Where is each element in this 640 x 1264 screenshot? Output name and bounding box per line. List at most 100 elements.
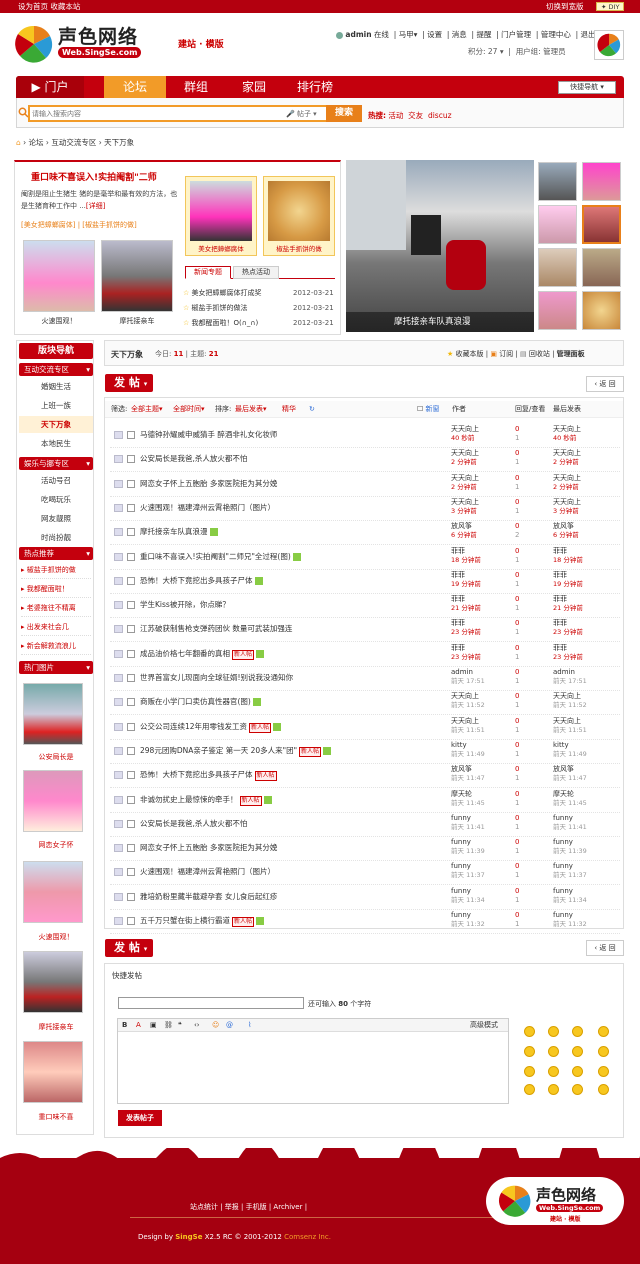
sidebar-item-photos[interactable]: 网友靓照 — [19, 510, 93, 527]
thread-checkbox[interactable] — [127, 819, 135, 828]
smiley-icon[interactable] — [572, 1046, 583, 1057]
table-row[interactable]: 五千万只蟹在街上横行霸道 新人帖 funny 前天 11:32 0 1 funny 前天 11… — [110, 910, 620, 934]
admin-panel-link[interactable]: 管理面板 — [557, 350, 585, 358]
thread-author[interactable]: 放风筝 前天 11:47 — [451, 765, 485, 783]
thread-author[interactable]: 天天向上 前天 11:51 — [451, 717, 485, 735]
advanced-mode-link[interactable]: 高级模式 — [470, 1019, 498, 1032]
sidebar-item-events[interactable]: 活动号召 — [19, 472, 93, 489]
user-link-portal-admin[interactable]: 门户管理 — [501, 30, 531, 39]
thread-author[interactable]: 天天向上 前天 11:52 — [451, 692, 485, 710]
thread-author[interactable]: funny 前天 11:39 — [451, 838, 485, 856]
thread-checkbox[interactable] — [127, 576, 135, 585]
smiley-icon[interactable] — [572, 1026, 583, 1037]
thread-checkbox[interactable] — [127, 868, 135, 877]
slideshow-image[interactable]: 摩托接亲车队真浪漫 — [346, 160, 534, 332]
avatar[interactable] — [594, 30, 624, 60]
thread-title[interactable]: 公安局长是我爸,杀人放火都不怕 — [140, 818, 247, 829]
thread-author[interactable]: 菲菲 18 分钟前 — [451, 547, 481, 565]
thread-checkbox[interactable] — [127, 674, 135, 682]
user-link-messages[interactable]: 消息 — [452, 30, 467, 39]
thread-last-post[interactable]: 天天向上 40 秒前 — [553, 425, 581, 443]
image-icon[interactable]: ▣ — [150, 1019, 157, 1032]
smiley-icon[interactable] — [548, 1046, 559, 1057]
sidebar-pic-caption[interactable]: 重口味不喜 — [19, 1112, 93, 1122]
user-link-settings[interactable]: 设置 — [427, 30, 442, 39]
font-color-icon[interactable]: A — [136, 1019, 141, 1032]
thread-checkbox[interactable] — [127, 722, 135, 731]
search-input[interactable] — [32, 108, 262, 119]
table-row[interactable]: 学生Kiss被开除，你点睇？ 菲菲 21 分钟前 0 1 菲菲 21 分钟前 — [110, 594, 620, 619]
table-row[interactable]: 公交公司连续12年用零钱发工资 新人帖 天天向上 前天 11:51 0 1 天天向上 前天 1… — [110, 716, 620, 740]
thread-author[interactable]: admin 前天 17:51 — [451, 668, 485, 686]
smiley-icon[interactable] — [548, 1026, 559, 1037]
smiley-icon[interactable] — [548, 1066, 559, 1077]
smiley-icon[interactable] — [524, 1026, 535, 1037]
thread-last-post[interactable]: funny 前天 11:32 — [553, 911, 587, 929]
thread-author[interactable]: funny 前天 11:34 — [451, 887, 485, 905]
thread-title[interactable]: 网恋女子怀上五胞胎 多家医院拒为其分娩 — [140, 842, 277, 853]
table-row[interactable]: 马德钟孙耀威申威猜手 醉酒非礼女化妆师 天天向上 40 秒前 0 1 天天向上 40 秒前 — [110, 424, 620, 448]
sidebar-pic-caption[interactable]: 摩托接亲车 — [19, 1022, 93, 1032]
thread-last-post[interactable]: 摩天轮 前天 11:45 — [553, 790, 587, 808]
footer-links[interactable]: 站点统计 | 举报 | 手机版 | Archiver | — [190, 1202, 307, 1212]
thread-author[interactable]: 天天向上 2 分钟前 — [451, 474, 479, 492]
featured-headline[interactable]: 重口味不喜误入!实拍阉割"二师 — [31, 170, 157, 183]
sort-last-post[interactable]: 最后发表▾ — [235, 401, 267, 418]
featured-tag-2[interactable]: [椒盐手抓饼的做] — [82, 221, 136, 229]
thread-last-post[interactable]: admin 前天 17:51 — [553, 668, 587, 686]
subscribe-link[interactable]: ▣ 订阅 — [490, 350, 513, 358]
table-row[interactable]: 网恋女子怀上五胞胎 多家医院拒为其分娩 funny 前天 11:39 0 1 funny 前… — [110, 837, 620, 862]
slide-thumb[interactable] — [582, 291, 621, 330]
table-row[interactable]: 公安局长是我爸,杀人放火都不怕 天天向上 2 分钟前 0 1 天天向上 2 分钟前 — [110, 448, 620, 473]
at-icon[interactable]: @ — [226, 1019, 233, 1032]
back-button[interactable]: ‹ 返 回 — [586, 376, 624, 392]
quick-nav-button[interactable]: 快捷导航 ▾ — [558, 81, 616, 94]
hot-term-friends[interactable]: 交友 — [408, 111, 423, 120]
hot-term-activity[interactable]: 活动 — [388, 111, 403, 120]
thread-author[interactable]: funny 前天 11:32 — [451, 911, 485, 929]
featured-detail-link[interactable]: [详细] — [86, 202, 105, 210]
slide-thumb[interactable] — [582, 248, 621, 287]
thread-last-post[interactable]: 天天向上 2 分钟前 — [553, 449, 581, 467]
tab-news[interactable]: 新闻专题 — [185, 266, 231, 279]
bold-icon[interactable]: B — [122, 1019, 127, 1032]
smiley-icon[interactable] — [524, 1084, 535, 1095]
slide-thumb[interactable] — [538, 162, 577, 201]
table-row[interactable]: 网恋女子怀上五胞胎 多家医院拒为其分娩 天天向上 2 分钟前 0 1 天天向上 2 分钟前 — [110, 473, 620, 497]
thread-title[interactable]: 公交公司连续12年用零钱发工资 新人帖 — [140, 721, 282, 733]
mid-photo-1-frame[interactable]: 美女把蟑螂腐体 — [185, 176, 257, 256]
thread-title[interactable]: 摩托接亲车队真浪漫 — [140, 526, 218, 537]
table-row[interactable]: 雅培奶粉里藏半截避孕套 女儿食后起红疹 funny 前天 11:34 0 1 funny 前… — [110, 886, 620, 910]
mid-photo-2-frame[interactable]: 椒盐手抓饼的做 — [263, 176, 335, 256]
set-home-link[interactable]: 设为首页 — [18, 2, 48, 11]
table-row[interactable]: 摩托接亲车队真浪漫 放风筝 6 分钟前 0 2 放风筝 6 分钟前 — [110, 521, 620, 546]
featured-photo-1-caption[interactable]: 火速围观！ — [23, 316, 95, 326]
thread-checkbox[interactable] — [127, 455, 135, 464]
sidebar-pic[interactable] — [23, 951, 83, 1013]
thread-checkbox[interactable] — [127, 698, 135, 707]
thread-title[interactable]: 五千万只蟹在街上横行霸道 新人帖 — [140, 915, 265, 927]
thread-last-post[interactable]: 菲菲 23 分钟前 — [553, 619, 583, 637]
thread-last-post[interactable]: funny 前天 11:41 — [553, 814, 587, 832]
thread-author[interactable]: 放风筝 6 分钟前 — [451, 522, 477, 540]
table-row[interactable]: 恐怖！大桥下竟挖出多具孩子尸体 菲菲 19 分钟前 0 1 菲菲 19 分钟前 — [110, 570, 620, 594]
sidebar-pic[interactable] — [23, 770, 83, 832]
user-link-admin-center[interactable]: 管理中心 — [541, 30, 571, 39]
favorite-board-link[interactable]: ★ 收藏本版 — [447, 350, 484, 358]
sidebar-pic-caption[interactable]: 公安局长是 — [19, 752, 93, 762]
table-row[interactable]: 非诚勿扰史上最惊悚的牵手！ 新人帖 摩天轮 前天 11:45 0 1 摩天轮 前天 11:45 — [110, 789, 620, 813]
thread-checkbox[interactable] — [127, 552, 135, 561]
sidebar-item-fashion[interactable]: 时尚扮靓 — [19, 529, 93, 546]
slide-thumb[interactable] — [582, 162, 621, 201]
attachment-icon[interactable]: ⌇ — [248, 1019, 251, 1032]
sidebar-item-office[interactable]: 上班一族 — [19, 397, 93, 414]
breadcrumb-board[interactable]: 天下万象 — [104, 138, 134, 147]
thread-last-post[interactable]: 天天向上 2 分钟前 — [553, 474, 581, 492]
user-link-vest[interactable]: 马甲 — [399, 30, 414, 39]
thread-title[interactable]: 商贩在小学门口卖仿真性器官(图) — [140, 696, 261, 707]
new-window-checkbox[interactable]: ☐ 新窗 — [417, 401, 440, 418]
sidebar-hot-item[interactable]: ▸ 出发来社会几 — [21, 619, 91, 636]
thread-checkbox[interactable] — [127, 601, 135, 610]
thread-last-post[interactable]: 菲菲 18 分钟前 — [553, 547, 583, 565]
thread-title[interactable]: 网恋女子怀上五胞胎 多家医院拒为其分娩 — [140, 478, 277, 489]
